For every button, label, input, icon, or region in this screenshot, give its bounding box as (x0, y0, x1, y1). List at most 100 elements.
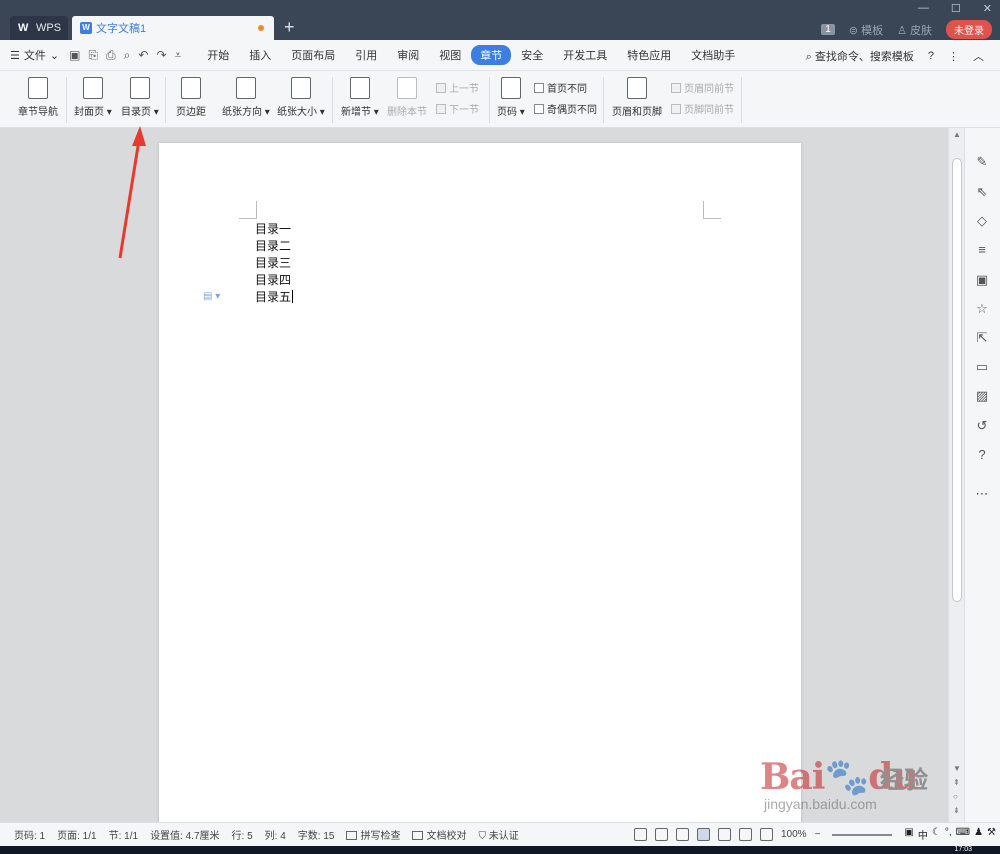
odd-even-different-label: 奇偶页不同 (547, 105, 597, 116)
tab-review[interactable]: 审阅 (387, 45, 429, 65)
status-pages[interactable]: 页面: 1/1 (57, 827, 96, 842)
zoom-level[interactable]: 100% (781, 829, 807, 840)
odd-even-different-checkbox[interactable]: 奇偶页不同 (534, 101, 597, 116)
shirt-icon: ♙ (897, 24, 910, 37)
tab-page-layout[interactable]: 页面布局 (281, 45, 345, 65)
orientation-button[interactable]: 纸张方向 ▾ (222, 77, 270, 118)
vertical-scrollbar[interactable]: ▲ ▼ ⇞ ○ ⇟ (948, 128, 964, 822)
template-button[interactable]: ⊜ 模板 (849, 22, 883, 38)
fullscreen-view-icon[interactable] (634, 828, 647, 841)
shapes-icon[interactable]: ◇ (974, 213, 990, 229)
status-row[interactable]: 行: 5 (232, 827, 253, 842)
history-icon[interactable]: ↺ (974, 418, 990, 434)
new-section-button[interactable]: 新增节 ▾ (341, 77, 379, 118)
tab-home[interactable]: 开始 (197, 45, 239, 65)
format-painter-icon[interactable]: ⎘ (88, 48, 98, 63)
status-setting-value[interactable]: 设置值: 4.7厘米 (150, 827, 219, 842)
zoom-slider[interactable] (832, 833, 893, 836)
tab-view[interactable]: 视图 (429, 45, 471, 65)
chapter-nav-button[interactable]: 章节导航 (18, 77, 58, 118)
page-number-button[interactable]: 页码 ▾ (497, 77, 525, 118)
maximize-button[interactable]: ☐ (951, 2, 961, 15)
file-menu[interactable]: ☰ 文件 ⌄ (10, 47, 59, 63)
scroll-up-icon[interactable]: ▲ (953, 130, 961, 139)
more-vertical-icon[interactable]: ⋮ (948, 50, 959, 63)
status-page[interactable]: 页码: 1 (14, 827, 45, 842)
punctuation-icon[interactable]: °, (945, 827, 952, 842)
share-icon[interactable]: ⇱ (974, 330, 990, 346)
more-horizontal-icon[interactable]: ⋯ (974, 486, 990, 502)
star-icon[interactable]: ☆ (974, 301, 990, 317)
toc-page-button[interactable]: 目录页 ▾ (121, 77, 159, 118)
print-icon[interactable]: ⎙ (106, 48, 116, 63)
tab-featured-apps[interactable]: 特色应用 (617, 45, 681, 65)
moon-icon[interactable]: ☾ (932, 827, 941, 842)
ime-language[interactable]: 中 (918, 827, 928, 842)
pen-icon[interactable]: ✎ (974, 154, 990, 170)
header-footer-button[interactable]: 页眉和页脚 (612, 77, 662, 118)
document-body[interactable]: 目录一 目录二 目录三 目录四 目录五 (255, 221, 294, 306)
scrollbar-thumb[interactable] (952, 158, 962, 602)
zoom-out-icon[interactable]: − (815, 829, 821, 840)
prev-section-button[interactable]: 上一节 (436, 80, 479, 95)
wps-home-tab[interactable]: W WPS (10, 16, 68, 40)
paragraph-layout-icon[interactable]: ▤ ▾ (203, 291, 220, 302)
spell-check-button[interactable]: 拼写检查 (346, 827, 400, 842)
help-icon[interactable]: ? (974, 447, 990, 463)
ime-logo-icon[interactable]: ▣ (904, 827, 913, 842)
auth-status[interactable]: ⛉ 未认证 (478, 827, 518, 842)
tab-doc-assistant[interactable]: 文档助手 (681, 45, 745, 65)
gallery-icon[interactable]: ▣ (974, 272, 990, 288)
redo-icon[interactable]: ↷ (156, 48, 166, 63)
next-section-button[interactable]: 下一节 (436, 101, 479, 116)
wrench-icon[interactable]: ⚒ (987, 827, 996, 842)
document-tab[interactable]: W 文字文稿1 (72, 16, 274, 40)
prev-page-icon[interactable]: ⇞ (953, 778, 960, 787)
pointer-icon[interactable]: ⇖ (974, 184, 990, 200)
new-tab-button[interactable]: + (284, 17, 295, 37)
undo-icon[interactable]: ↶ (138, 48, 148, 63)
outline-view-icon[interactable] (718, 828, 731, 841)
paper-size-button[interactable]: 纸张大小 ▾ (277, 77, 325, 118)
status-col[interactable]: 列: 4 (265, 827, 286, 842)
user-icon[interactable]: ♟ (974, 827, 983, 842)
print-preview-icon[interactable]: ⌕ (124, 48, 131, 63)
command-search[interactable]: ⌕ 查找命令、搜索模板 (806, 48, 914, 64)
status-section[interactable]: 节: 1/1 (109, 827, 138, 842)
archive-icon[interactable]: ▭ (974, 359, 990, 375)
page-view-icon[interactable] (697, 828, 710, 841)
scroll-down-icon[interactable]: ▼ (953, 764, 961, 773)
select-browse-icon[interactable]: ○ (953, 792, 958, 801)
tab-security[interactable]: 安全 (511, 45, 553, 65)
image-icon[interactable]: ▨ (974, 388, 990, 404)
tab-developer[interactable]: 开发工具 (553, 45, 617, 65)
web-view-icon[interactable] (739, 828, 752, 841)
header-same-as-previous-checkbox[interactable]: 页眉同前节 (671, 80, 734, 95)
pen-view-icon[interactable] (676, 828, 689, 841)
help-button[interactable]: ? (928, 50, 934, 62)
skin-button[interactable]: ♙ 皮肤 (897, 22, 932, 38)
keyboard-icon[interactable]: ⌨ (956, 827, 970, 842)
document-page[interactable]: 目录一 目录二 目录三 目录四 目录五 ▤ ▾ (159, 143, 801, 822)
first-page-different-checkbox[interactable]: 首页不同 (534, 80, 587, 95)
cover-page-button[interactable]: 封面页 ▾ (74, 77, 112, 118)
status-word-count[interactable]: 字数: 15 (298, 827, 335, 842)
eye-protection-icon[interactable] (760, 828, 773, 841)
sliders-icon[interactable]: ≡ (974, 242, 990, 258)
doc-proof-button[interactable]: 文档校对 (412, 827, 466, 842)
reading-view-icon[interactable] (655, 828, 668, 841)
tab-references[interactable]: 引用 (345, 45, 387, 65)
customize-icon[interactable]: ⩡ (175, 48, 182, 63)
login-button[interactable]: 未登录 (946, 20, 992, 39)
next-page-icon[interactable]: ⇟ (953, 806, 960, 815)
save-icon[interactable]: ▣ (69, 48, 80, 63)
window-count-badge[interactable]: 1 (821, 24, 835, 35)
tab-chapter[interactable]: 章节 (471, 45, 512, 65)
minimize-button[interactable]: — (918, 2, 929, 15)
footer-same-as-previous-checkbox[interactable]: 页脚同前节 (671, 101, 734, 116)
delete-section-button[interactable]: 删除本节 (387, 77, 427, 118)
margins-button[interactable]: 页边距 (176, 77, 206, 118)
collapse-ribbon-icon[interactable]: ︿ (973, 48, 984, 64)
tab-insert[interactable]: 插入 (239, 45, 281, 65)
close-button[interactable]: ✕ (983, 2, 992, 15)
